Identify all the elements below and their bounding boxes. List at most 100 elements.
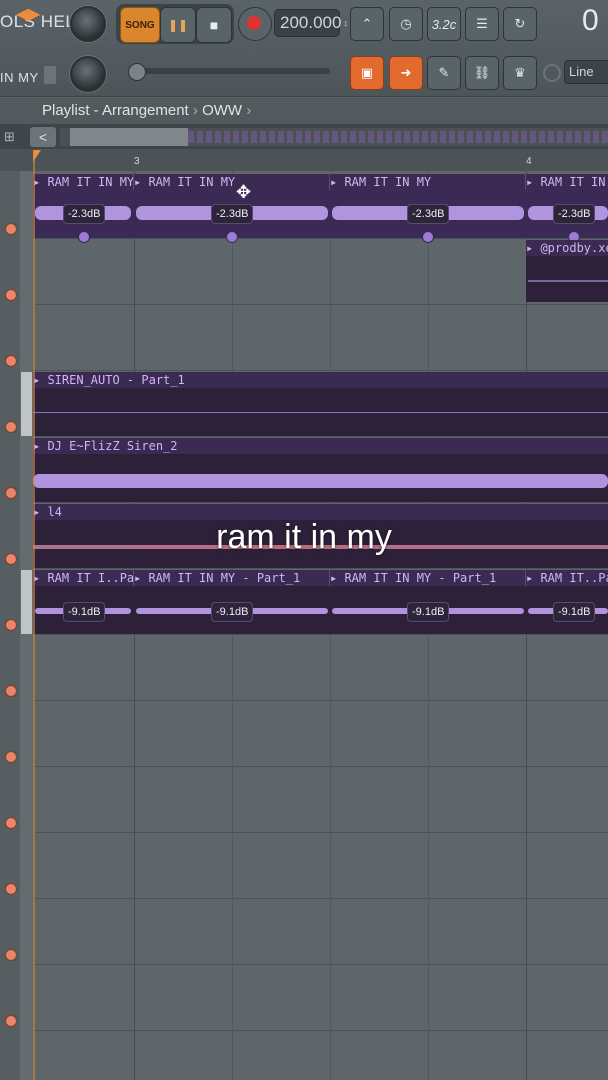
track-mute-button[interactable] [5, 751, 17, 763]
lane-divider [33, 304, 608, 305]
pattern-name[interactable]: OWW [202, 102, 242, 119]
audio-clip[interactable]: ▸ RAM IT..Part_1 [526, 570, 608, 586]
lane-divider [33, 766, 608, 767]
arrow-tool-icon[interactable]: ➜ [389, 56, 423, 90]
breadcrumb-separator: › [192, 102, 198, 119]
track-mute-button[interactable] [5, 817, 17, 829]
record-icon [247, 16, 261, 30]
playlist-breadcrumb: Playlist - Arrangement › OWW › [42, 102, 251, 119]
move-cursor-icon: ✥ [236, 182, 252, 202]
tempo-display[interactable]: 200.000 ↕ [274, 9, 348, 37]
main-slider[interactable] [130, 68, 330, 74]
plugin-icon[interactable]: ♛ [503, 56, 537, 90]
ruler-bar-3: 3 [134, 156, 140, 167]
clip-name: SIREN_AUTO - Part_1 [47, 373, 185, 387]
clip-handle[interactable] [226, 231, 238, 243]
lane-divider [33, 370, 608, 371]
track-mute-button[interactable] [5, 355, 17, 367]
track-mute-button[interactable] [5, 619, 17, 631]
scroll-left-button[interactable]: < [30, 127, 56, 147]
paint-tool-icon[interactable]: ✎ [427, 56, 461, 90]
master-volume-knob[interactable] [70, 6, 106, 42]
tempo-value: 200.000 [280, 13, 342, 32]
clip-gain-label[interactable]: -9.1dB [63, 602, 106, 622]
track-mute-button[interactable] [5, 289, 17, 301]
track-mute-button[interactable] [5, 949, 17, 961]
song-position-clock: 0 [582, 4, 599, 37]
audio-clip[interactable]: ▸ RAM IT IN MY [134, 174, 330, 190]
clip-gain-label[interactable]: -2.3dB [211, 204, 254, 224]
track-mute-button[interactable] [5, 1015, 17, 1027]
timeline-ruler[interactable] [0, 149, 608, 172]
lane-divider [33, 634, 608, 635]
link-icon[interactable]: ⛓ [465, 56, 499, 90]
waveform [33, 474, 608, 488]
clip-gain-label[interactable]: -2.3dB [553, 204, 596, 224]
wait-record-icon[interactable]: ◷ [389, 7, 423, 41]
clip-gain-label[interactable]: -9.1dB [407, 602, 450, 622]
clip-gain-label[interactable]: -2.3dB [407, 204, 450, 224]
lane-divider [33, 568, 608, 569]
piano-roll-icon[interactable]: ▣ [350, 56, 384, 90]
lane-divider [33, 436, 608, 437]
audio-clip[interactable]: ▸ DJ E~FlizZ Siren_2 [33, 438, 608, 454]
automation-clip[interactable]: ▸ SIREN_AUTO - Part_1 [33, 372, 608, 388]
overview-clips [188, 131, 608, 143]
track-selected-indicator [21, 372, 32, 436]
slider-handle[interactable] [128, 63, 146, 81]
blend-notes-icon[interactable]: ☰ [465, 7, 499, 41]
audio-clip[interactable]: ▸ RAM IT IN MY [330, 174, 526, 190]
lane-divider [33, 964, 608, 965]
clip-name: DJ E~FlizZ Siren_2 [47, 439, 178, 453]
audio-clip[interactable]: ▸ @prodby.xe [526, 240, 608, 256]
track-mute-button[interactable] [5, 685, 17, 697]
audio-clip[interactable]: ▸ RAM IT IN MY - Part_1 [134, 570, 330, 586]
clip-name: RAM IT IN MY [344, 175, 432, 189]
lane-divider [33, 700, 608, 701]
loop-record-icon[interactable]: ↻ [503, 7, 537, 41]
playlist-title: Playlist - Arrangement [42, 102, 189, 119]
track-mute-button[interactable] [5, 883, 17, 895]
breadcrumb-arrow[interactable]: › [246, 102, 251, 119]
piano-roll-toggle-icon[interactable]: ⊞ [4, 129, 24, 145]
clip-gain-label[interactable]: -9.1dB [211, 602, 254, 622]
clip-name: l4 [47, 505, 62, 519]
audio-clip[interactable]: ▸ RAM IT IN MY [33, 174, 134, 190]
overview-scroll-thumb[interactable] [70, 128, 188, 146]
metronome-icon[interactable]: ⌃ [350, 7, 384, 41]
step-edit-icon[interactable]: 3.2c [427, 7, 461, 41]
clip-name: RAM IT IN MY [148, 175, 236, 189]
stop-button[interactable]: ■ [196, 7, 232, 43]
clip-name: @prodby.xe [540, 241, 608, 255]
clip-gain-label[interactable]: -9.1dB [553, 602, 596, 622]
clip-name: RAM IT..Part_1 [540, 571, 608, 585]
clip-handle[interactable] [78, 231, 90, 243]
video-caption: ram it in my [216, 518, 392, 556]
mixer-icon[interactable] [44, 66, 56, 84]
pause-button[interactable]: ❚❚ [160, 7, 196, 43]
hint-bar-label: IN MY [0, 70, 39, 85]
clip-name: RAM IT I..Part_1 [47, 571, 134, 585]
audio-clip[interactable]: ▸ RAM IT I..Part_1 [33, 570, 134, 586]
lane-divider [33, 1030, 608, 1031]
track-mute-button[interactable] [5, 223, 17, 235]
clip-gain-label[interactable]: -2.3dB [63, 204, 106, 224]
magnet-icon[interactable] [543, 64, 561, 82]
song-mode-button[interactable]: SONG [120, 7, 160, 43]
ruler-bar-4: 4 [526, 156, 532, 167]
clip-handle[interactable] [422, 231, 434, 243]
track-mute-button[interactable] [5, 487, 17, 499]
playhead-line [33, 150, 35, 1080]
clip-name: RAM IT IN MY - Part_1 [148, 571, 301, 585]
audio-clip[interactable]: ▸ RAM IT IN MY - Part_1 [330, 570, 526, 586]
track-selected-indicator [21, 570, 32, 634]
lane-divider [33, 502, 608, 503]
stop-icon: ■ [209, 17, 219, 33]
snap-select[interactable]: Line [564, 60, 608, 84]
master-pitch-knob[interactable] [70, 56, 106, 92]
lane-divider [33, 832, 608, 833]
playlist-icon: ◀▶ [16, 6, 41, 23]
audio-clip[interactable]: ▸ RAM IT IN MY [526, 174, 608, 190]
automation-line [33, 412, 608, 413]
track-mute-button[interactable] [5, 421, 17, 433]
